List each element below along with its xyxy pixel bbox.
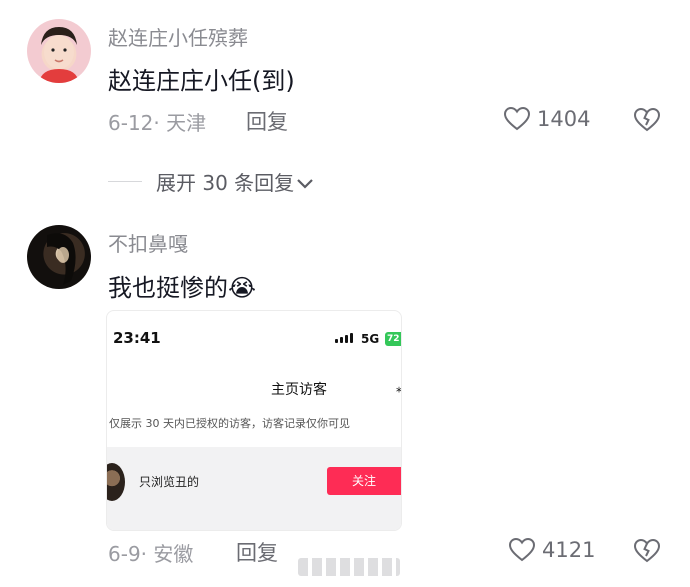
expand-replies[interactable]: 展开 30 条回复: [108, 167, 314, 196]
signal-icon: [335, 333, 353, 343]
comment-text: 我也挺惨的: [108, 274, 228, 302]
visitor-row: 只浏览丑的 关注: [107, 447, 401, 530]
avatar[interactable]: [27, 225, 91, 289]
reply-button[interactable]: 回复: [236, 537, 278, 567]
visitor-name: 只浏览丑的: [139, 475, 200, 489]
reply-button[interactable]: 回复: [246, 106, 288, 136]
battery-level: 72: [385, 332, 401, 346]
comment-username[interactable]: 赵连庄小任殡葬: [108, 22, 248, 51]
follow-button: 关注: [327, 467, 401, 495]
comment-date-location: 6-12· 天津: [108, 111, 207, 135]
avatar[interactable]: [27, 19, 91, 83]
like-button[interactable]: 4121: [508, 537, 595, 563]
network-label: 5G: [361, 332, 380, 346]
comment-content: 赵连庄庄小任(到): [108, 67, 295, 95]
like-button[interactable]: 1404: [503, 106, 590, 132]
comment-image[interactable]: 23:41 5G 72 主页访客 ⁎ 仅展示 30 天内已授权的访客，访客记录仅…: [106, 310, 402, 531]
dislike-button[interactable]: [633, 538, 661, 564]
status-time: 23:41: [113, 329, 161, 347]
watermark: [298, 558, 400, 576]
visitor-description: 仅展示 30 天内已授权的访客，访客记录仅你可见: [109, 417, 350, 430]
like-count: 1404: [537, 107, 591, 131]
like-count: 4121: [542, 538, 596, 562]
comment-username[interactable]: 不扣鼻嘎: [108, 228, 188, 257]
more-icon: ⁎: [396, 381, 402, 395]
heart-icon: [508, 537, 536, 563]
broken-heart-icon: [633, 107, 661, 133]
chevron-down-icon: [296, 176, 314, 190]
heart-icon: [503, 106, 531, 132]
expand-divider: [108, 181, 142, 182]
expand-replies-label: 展开 30 条回复: [156, 171, 295, 195]
broken-heart-icon: [633, 538, 661, 564]
dislike-button[interactable]: [633, 107, 661, 133]
crying-emoji: 😭: [228, 274, 257, 302]
comment-date-location: 6-9· 安徽: [108, 542, 194, 566]
page-title: 主页访客: [271, 382, 327, 398]
comment-content: 我也挺惨的😭: [108, 268, 256, 303]
visitor-avatar: [107, 463, 125, 501]
